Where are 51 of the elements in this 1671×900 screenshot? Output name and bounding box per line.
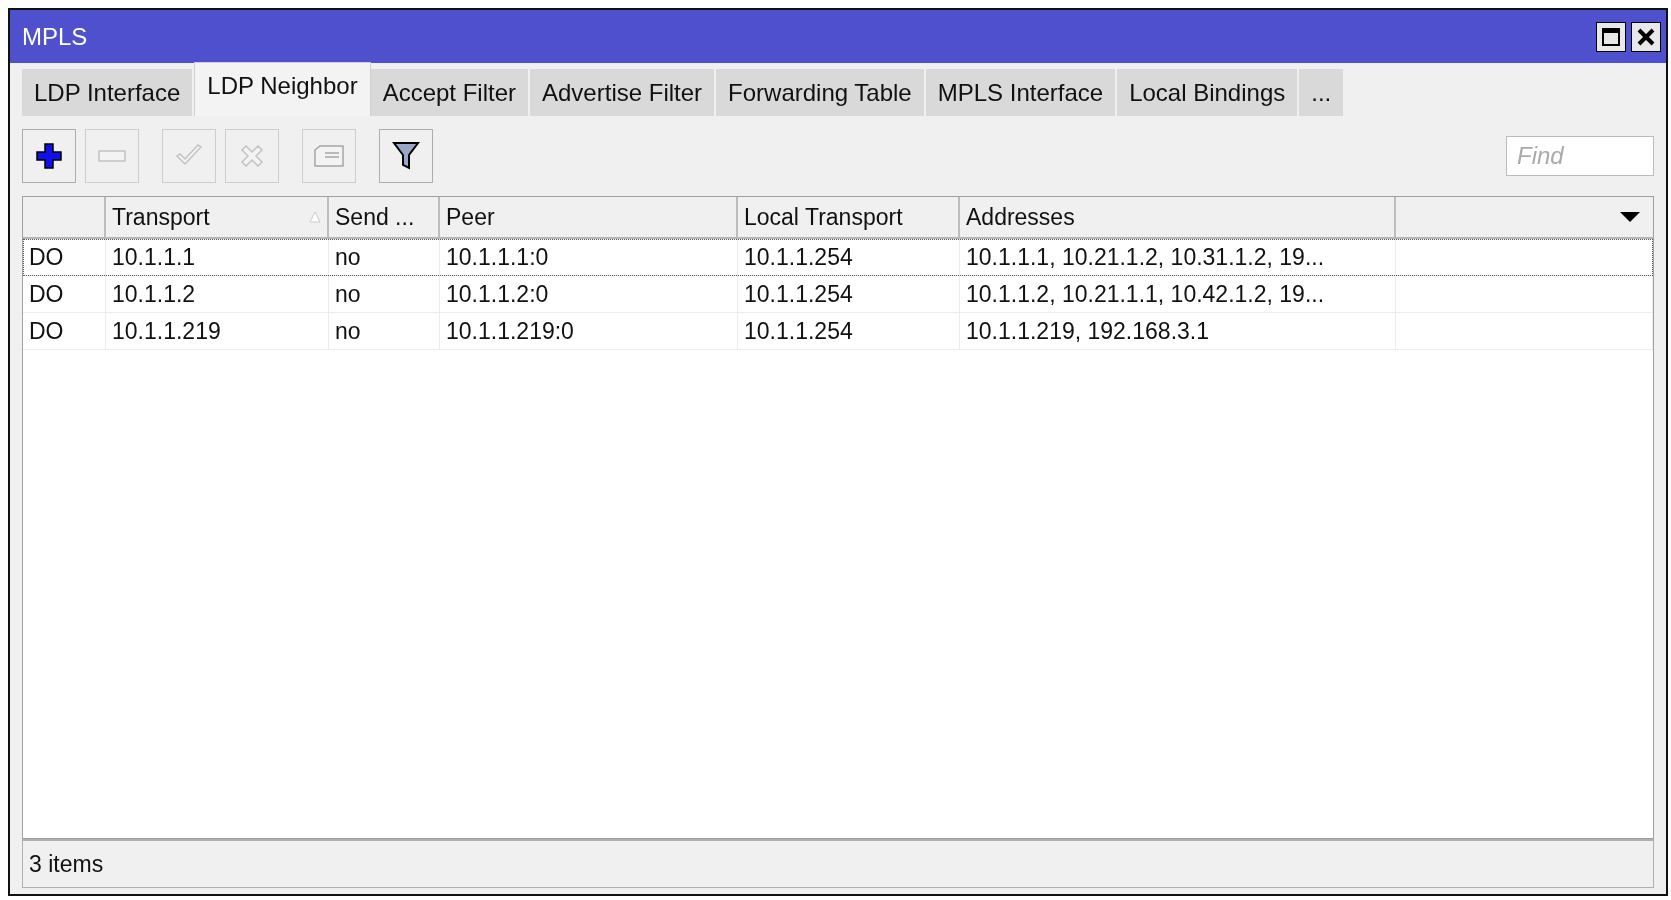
table-cell: 10.1.1.219	[112, 317, 221, 345]
table-cell: 10.1.1.2, 10.21.1.1, 10.42.1.2, 19...	[966, 280, 1325, 308]
table-cell: 10.1.1.254	[744, 280, 853, 308]
x-mark-icon	[239, 143, 265, 169]
table-cell: 10.1.1.254	[744, 243, 853, 271]
table-cell: 10.1.1.219, 192.168.3.1	[966, 317, 1209, 345]
column-header[interactable]: Addresses	[966, 203, 1388, 231]
table-cell: no	[335, 317, 361, 345]
minus-icon	[98, 150, 126, 162]
table-row[interactable]: DO 10.1.1.2 no 10.1.1.2:0 10.1.1.254 10.1.1.2, 10.21.1.1, 10.42.1.2, 19...	[23, 276, 1653, 313]
table-cell: 10.1.1.1	[112, 243, 196, 271]
table-cell: 10.1.1.1, 10.21.1.2, 10.31.1.2, 19...	[966, 243, 1325, 271]
tab[interactable]: LDP Neighbor	[194, 62, 371, 116]
close-icon	[1636, 26, 1656, 47]
maximize-button[interactable]	[1596, 21, 1626, 52]
window-title: MPLS	[22, 22, 89, 51]
tab[interactable]: Advertise Filter	[530, 69, 717, 116]
column-header[interactable]: Transport	[112, 203, 309, 231]
table-cell: DO	[29, 243, 64, 271]
plus-icon	[35, 142, 63, 170]
table-cell: DO	[29, 280, 64, 308]
note-icon	[313, 144, 345, 168]
add-button[interactable]	[22, 129, 76, 183]
table-cell: 10.1.1.219:0	[446, 317, 574, 345]
dropdown-arrow-icon[interactable]	[1619, 211, 1641, 223]
table-cell: no	[335, 280, 361, 308]
column-header[interactable]: Peer	[446, 203, 730, 231]
tab[interactable]: Local Bindings	[1117, 69, 1300, 116]
table-row[interactable]: DO 10.1.1.1 no 10.1.1.1:0 10.1.1.254 10.1.1.1, 10.21.1.2, 10.31.1.2, 19...	[23, 239, 1653, 276]
table-cell: no	[335, 243, 361, 271]
tab[interactable]: ...	[1299, 69, 1346, 116]
filter-button[interactable]	[379, 129, 433, 183]
status-text: 3 items	[29, 850, 104, 878]
table-cell: 10.1.1.254	[744, 317, 853, 345]
filter-icon	[392, 141, 420, 171]
search-field[interactable]: Find	[1506, 136, 1654, 176]
tab[interactable]: Forwarding Table	[716, 69, 926, 116]
tab[interactable]: Accept Filter	[370, 69, 530, 116]
column-header[interactable]: Send ...	[335, 203, 432, 231]
table-cell: 10.1.1.1:0	[446, 243, 549, 271]
check-icon	[175, 144, 203, 168]
table-cell: DO	[29, 317, 64, 345]
close-button[interactable]	[1631, 21, 1661, 52]
table-cell: 10.1.1.2	[112, 280, 196, 308]
column-header[interactable]: Local Transport	[744, 203, 952, 231]
table-cell: 10.1.1.2:0	[446, 280, 549, 308]
tab[interactable]: MPLS Interface	[925, 69, 1118, 116]
table-row[interactable]: DO 10.1.1.219 no 10.1.1.219:0 10.1.1.254 10.1.1.219, 192.168.3.1	[23, 313, 1653, 350]
tab[interactable]: LDP Interface	[22, 69, 195, 116]
sort-ascending-icon	[309, 211, 321, 223]
maximize-icon	[1601, 26, 1621, 47]
